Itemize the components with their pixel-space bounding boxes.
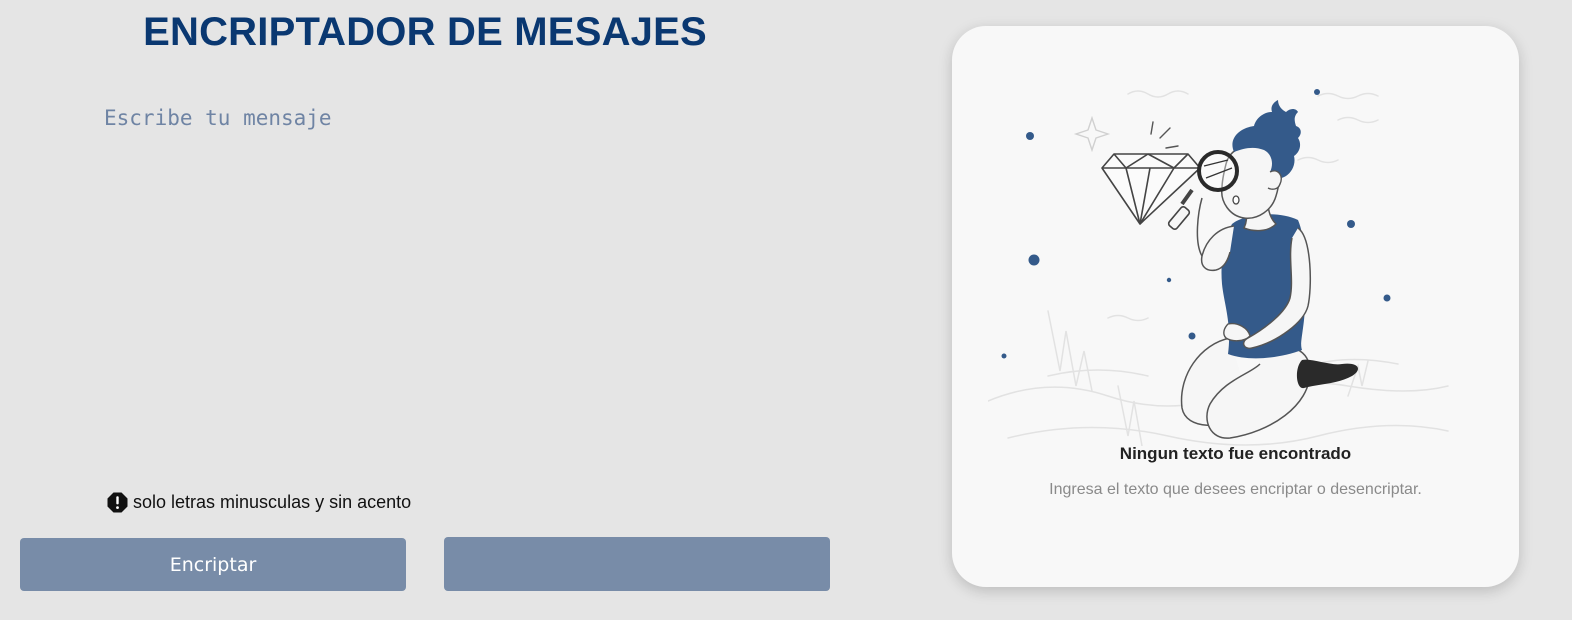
page-title: ENCRIPTADOR DE MESAJES [143,10,707,54]
empty-state-text: Ingresa el texto que desees encriptar o … [1049,481,1422,498]
encrypt-button[interactable]: Encriptar [20,538,406,591]
input-hint-text: solo letras minusculas y sin acento [133,492,412,512]
decrypt-button[interactable] [444,537,830,591]
message-input[interactable] [98,100,810,472]
exclamation-octagon-icon [107,492,128,513]
empty-state-title: Ningun texto fue encontrado [1119,444,1352,463]
output-panel: Ningun texto fue encontrado Ingresa el t… [952,26,1519,587]
input-hint: solo letras minusculas y sin acento [107,492,411,513]
empty-state-illustration [988,89,1449,446]
